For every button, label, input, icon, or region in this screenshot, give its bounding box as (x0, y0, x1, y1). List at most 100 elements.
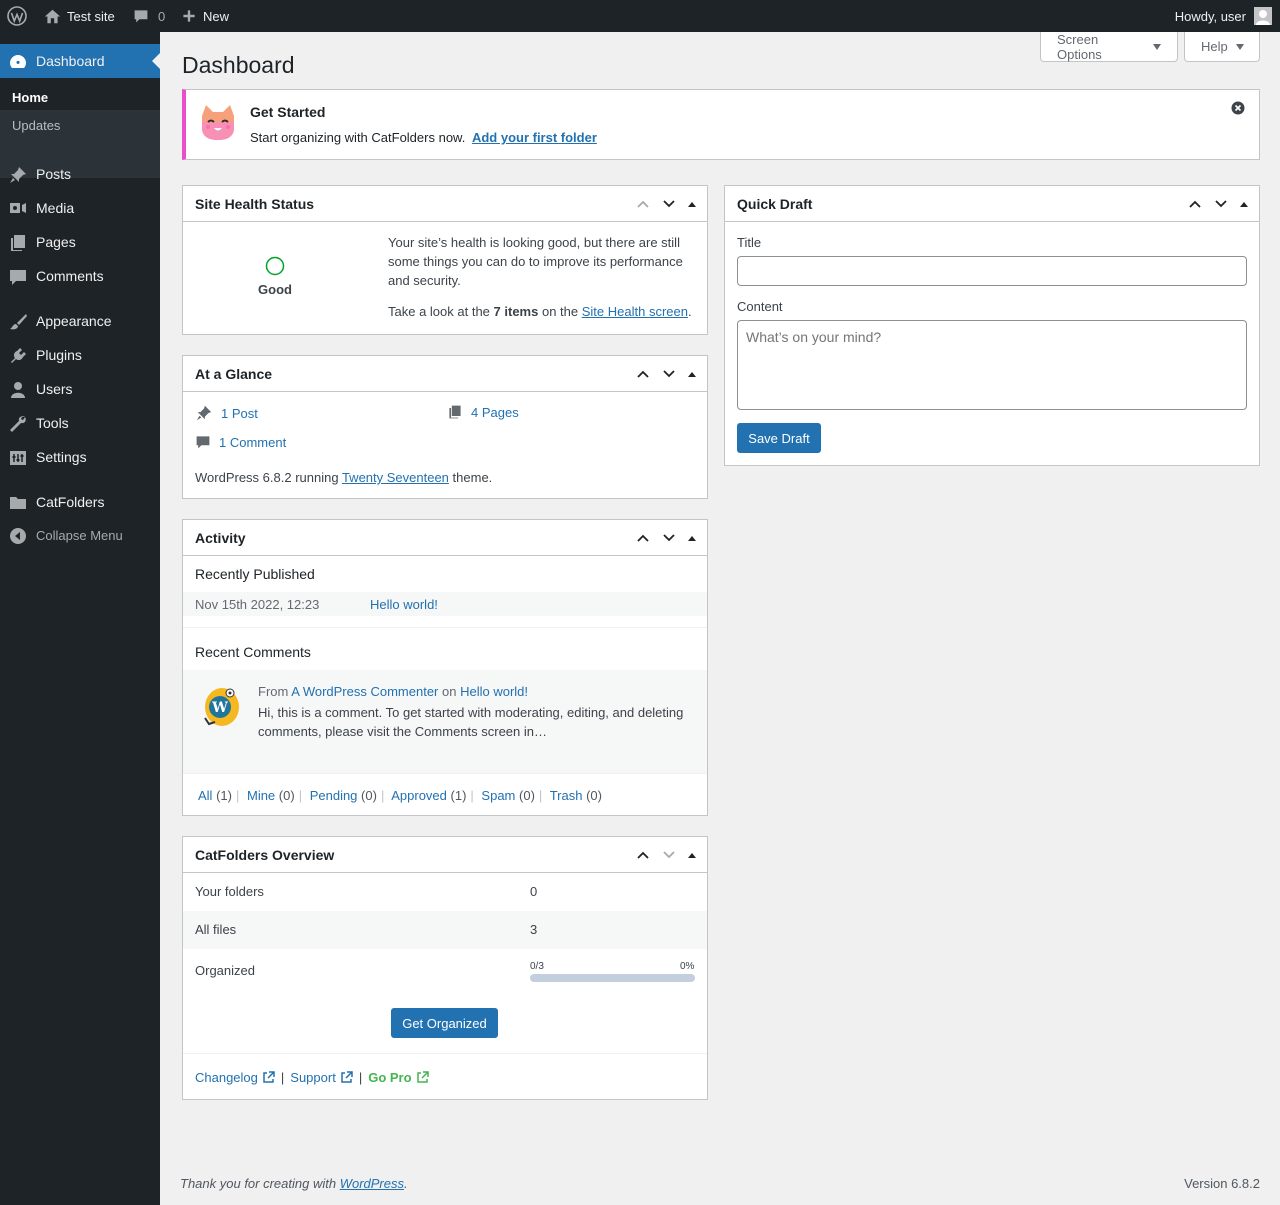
glance-pages-link[interactable]: 4 Pages (471, 405, 519, 420)
screen-options-button[interactable]: Screen Options (1040, 32, 1178, 62)
settings-sliders-icon (8, 448, 28, 468)
menu-comments[interactable]: Comments (0, 259, 160, 293)
catfolders-overview-widget: CatFolders Overview Your folders 0 All f… (182, 836, 708, 1100)
catfolders-overview-title: CatFolders Overview (195, 847, 335, 863)
admin-menu: Dashboard Home Home Updates Posts Media … (0, 32, 160, 1205)
toggle-panel-icon[interactable] (687, 850, 697, 860)
menu-catfolders-label: CatFolders (36, 494, 105, 510)
menu-users[interactable]: Users (0, 372, 160, 406)
my-account-link[interactable]: Howdy, user (1175, 0, 1272, 32)
health-status-circle-icon (265, 256, 285, 276)
theme-link[interactable]: Twenty Seventeen (342, 470, 449, 485)
move-down-icon[interactable] (661, 847, 677, 863)
move-down-icon[interactable] (661, 530, 677, 546)
health-status-label: Good (258, 282, 292, 297)
add-first-folder-link[interactable]: Add your first folder (472, 130, 597, 145)
submenu-home-link[interactable]: Home (12, 90, 48, 105)
toggle-panel-icon[interactable] (1239, 199, 1249, 209)
admin-bar: Test site 0 New Howdy, user (0, 0, 1280, 32)
filter-spam-count: (0) (519, 788, 535, 803)
toggle-panel-icon[interactable] (687, 533, 697, 543)
glance-comments[interactable]: 1 Comment (195, 434, 286, 450)
menu-tools[interactable]: Tools (0, 406, 160, 440)
filter-pending-count: (0) (361, 788, 377, 803)
menu-posts-label: Posts (36, 166, 72, 182)
published-date: Nov 15th 2022, 12:23 (195, 597, 320, 612)
filter-pending[interactable]: Pending (310, 788, 358, 803)
main-content: Dashboard Screen Options Help Get Starte… (160, 32, 1280, 1205)
divider (183, 773, 707, 774)
filter-trash[interactable]: Trash (550, 788, 583, 803)
wordpress-logo-icon[interactable] (7, 0, 27, 32)
menu-comments-label: Comments (36, 268, 104, 284)
collapse-menu-button[interactable]: Collapse Menu (0, 518, 160, 552)
activity-title: Activity (195, 530, 246, 546)
menu-posts[interactable]: Posts (0, 157, 160, 191)
site-health-screen-link[interactable]: Site Health screen (582, 304, 688, 319)
external-link-icon (262, 1071, 275, 1084)
pages-icon (8, 233, 28, 253)
draft-content-textarea[interactable] (737, 320, 1247, 410)
filter-approved[interactable]: Approved (391, 788, 447, 803)
go-pro-link[interactable]: Go Pro (368, 1070, 411, 1085)
caret-down-icon (1153, 43, 1161, 50)
home-icon (44, 8, 61, 25)
glance-posts-link[interactable]: 1 Post (221, 406, 258, 421)
glance-pages[interactable]: 4 Pages (447, 404, 519, 420)
widget-controls (635, 847, 697, 863)
site-name-link[interactable]: Test site (44, 0, 115, 32)
activity-widget: Activity Recently Published Nov 15th 202… (182, 519, 708, 816)
move-up-icon[interactable] (635, 847, 651, 863)
changelog-link[interactable]: Changelog (195, 1070, 258, 1085)
menu-plugins[interactable]: Plugins (0, 338, 160, 372)
comment-meta: From A WordPress Commenter on Hello worl… (258, 684, 528, 699)
draft-title-input[interactable] (737, 256, 1247, 286)
recent-comments-heading: Recent Comments (195, 644, 311, 660)
move-down-icon[interactable] (661, 366, 677, 382)
support-link[interactable]: Support (290, 1070, 336, 1085)
health-period: . (687, 304, 692, 319)
menu-catfolders[interactable]: CatFolders (0, 485, 160, 519)
dismiss-notice-icon[interactable] (1231, 101, 1245, 115)
move-up-icon[interactable] (635, 366, 651, 382)
glance-posts[interactable]: 1 Post (195, 404, 258, 422)
move-up-icon[interactable] (1187, 196, 1203, 212)
published-post-link[interactable]: Hello world! (370, 597, 438, 612)
filter-all[interactable]: All (198, 788, 212, 803)
menu-dashboard[interactable]: Dashboard (0, 44, 160, 78)
new-content-link[interactable]: New (181, 0, 229, 32)
menu-media[interactable]: Media (0, 191, 160, 225)
move-down-icon[interactable] (1213, 196, 1229, 212)
notice-text: Start organizing with CatFolders now. (250, 130, 466, 145)
toggle-panel-icon[interactable] (687, 369, 697, 379)
help-button[interactable]: Help (1184, 32, 1260, 62)
admin-bar-comments-link[interactable]: 0 (133, 0, 165, 32)
notice-text-row: Start organizing with CatFolders now. Ad… (250, 130, 597, 145)
comment-post-link[interactable]: Hello world! (460, 684, 528, 699)
menu-appearance[interactable]: Appearance (0, 304, 160, 338)
svg-text:W: W (211, 700, 228, 716)
move-down-icon[interactable] (661, 196, 677, 212)
menu-pages[interactable]: Pages (0, 225, 160, 259)
get-organized-button[interactable]: Get Organized (391, 1008, 498, 1038)
pin-icon (195, 404, 213, 422)
move-up-icon[interactable] (635, 196, 651, 212)
filter-trash-count: (0) (586, 788, 602, 803)
move-up-icon[interactable] (635, 530, 651, 546)
save-draft-button[interactable]: Save Draft (737, 423, 821, 453)
glance-comments-link[interactable]: 1 Comment (219, 435, 286, 450)
submenu-updates-link[interactable]: Updates (12, 118, 60, 133)
filter-spam[interactable]: Spam (481, 788, 515, 803)
divider (183, 1053, 707, 1054)
menu-settings[interactable]: Settings (0, 440, 160, 474)
widget-header: Activity (183, 520, 707, 556)
footer-wordpress-link[interactable]: WordPress (340, 1176, 404, 1191)
filter-mine[interactable]: Mine (247, 788, 275, 803)
commenter-link[interactable]: A WordPress Commenter (291, 684, 438, 699)
footer-version: Version 6.8.2 (1184, 1176, 1260, 1191)
widget-header: At a Glance (183, 356, 707, 392)
toggle-panel-icon[interactable] (687, 199, 697, 209)
collapse-menu-label: Collapse Menu (36, 527, 123, 543)
your-folders-value: 0 (530, 884, 538, 899)
catfolders-cat-logo-icon (198, 102, 238, 142)
